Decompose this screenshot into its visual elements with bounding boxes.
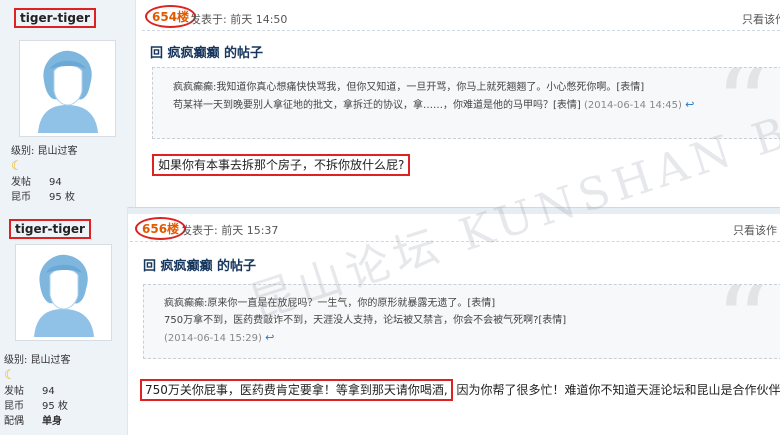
user-avatar[interactable] <box>19 40 116 137</box>
post-title: 回 疯疯癫癫 的帖子 <box>143 259 257 274</box>
reply-highlight: 如果你有本事去拆那个房子，不拆你放什么屁? <box>152 154 411 176</box>
coins-count: 95 枚 <box>42 401 68 412</box>
posts-count: 94 <box>42 386 55 397</box>
reply-text: 如果你有本事去拆那个房子，不拆你放什么屁? <box>152 154 411 176</box>
spouse-value: 单身 <box>42 416 62 427</box>
posts-count: 94 <box>49 177 62 188</box>
quote-line: 苟某祥一天到晚要别人拿征地的批文，拿拆迁的协议，拿……，你难道是他的马甲吗？[表… <box>173 100 581 111</box>
quote-line: 疯疯癫癫:我知道你真心想痛快快骂我，但你又知道，一旦开骂，你马上就死翘翘了。小心… <box>173 82 645 93</box>
reply-text: 750万关你屁事，医药费肯定要拿！等拿到那天请你喝酒, 因为你帮了很多忙！难道你… <box>140 379 780 401</box>
quote-block: “ 疯疯癫癫:原来你一直是在放屁吗？一生气，你的原形就暴露无遗了。[表情] 75… <box>143 284 780 359</box>
quote-line: 750万拿不到，医药费敲诈不到，天涯没人支持，论坛被又禁言，你会不会被气死啊?[… <box>164 315 567 326</box>
username[interactable]: tiger-tiger <box>14 8 96 28</box>
reply-highlight: 750万关你屁事，医药费肯定要拿！等拿到那天请你喝酒, <box>140 379 453 401</box>
quote-line: 疯疯癫癫:原来你一直是在放屁吗？一生气，你的原形就暴露无遗了。[表情] <box>164 298 496 309</box>
user-level: 级别: 昆山过客 <box>11 146 78 157</box>
coins-count: 95 枚 <box>49 192 75 203</box>
only-view-author-link[interactable]: 只看该作 <box>742 11 780 27</box>
user-level: 级别: 昆山过客 <box>4 355 71 366</box>
post-title: 回 疯疯癫癫 的帖子 <box>150 46 264 61</box>
moon-icon: ☾ <box>4 368 16 383</box>
floor-number[interactable]: 654楼 <box>145 5 197 28</box>
user-meta: 级别: 昆山过客 ☾ 发帖 94 昆币 95 枚 <box>11 144 78 205</box>
coins-key: 昆币 <box>11 192 31 203</box>
floor-number[interactable]: 656楼 <box>135 217 187 240</box>
reply-icon[interactable]: ↩ <box>265 331 274 344</box>
reply-rest: 因为你帮了很多忙！难道你不知道天涯论坛和昆山是合作伙伴吗 <box>452 383 780 397</box>
posts-key: 发帖 <box>11 177 31 188</box>
quote-timestamp: (2014-06-14 15:29) <box>164 333 262 344</box>
moon-icon: ☾ <box>11 159 23 174</box>
divider <box>142 30 780 32</box>
quote-timestamp: (2014-06-14 14:45) <box>584 100 682 111</box>
posts-key: 发帖 <box>4 386 24 397</box>
user-meta: 级别: 昆山过客 ☾ 发帖 94 昆币 95 枚 配偶 单身 <box>4 353 71 429</box>
username[interactable]: tiger-tiger <box>9 219 91 239</box>
posted-time: 发表于: 前天 14:50 <box>190 13 288 26</box>
coins-key: 昆币 <box>4 401 24 412</box>
user-avatar[interactable] <box>15 244 112 341</box>
reply-icon[interactable]: ↩ <box>685 98 694 111</box>
spouse-key: 配偶 <box>4 416 24 427</box>
only-view-author-link[interactable]: 只看该作 <box>733 222 777 238</box>
posted-time: 发表于: 前天 15:37 <box>181 224 279 237</box>
